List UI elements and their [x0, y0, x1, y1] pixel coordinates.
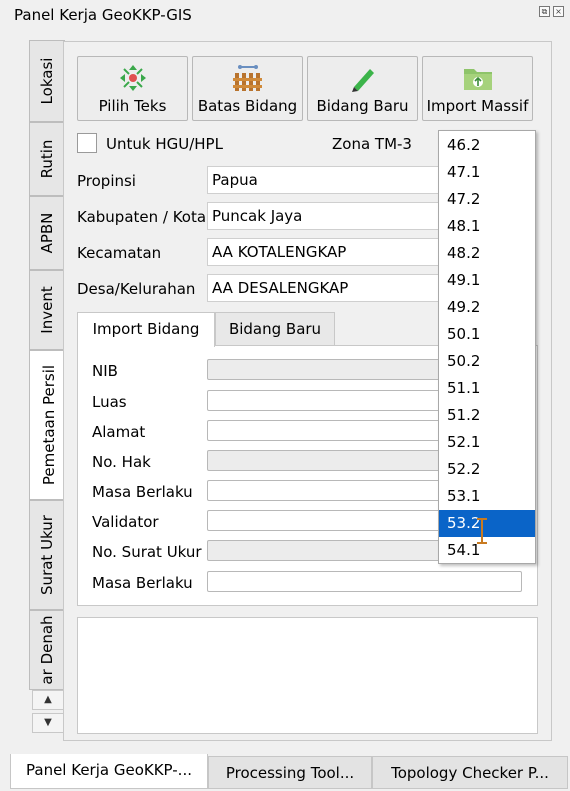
scroll-down-button[interactable]: ▼ [32, 713, 64, 733]
zona-label: Zona TM-3 [332, 135, 412, 153]
text-cursor-icon [477, 518, 487, 544]
zona-dropdown-list[interactable]: 46.2 47.1 47.2 48.1 48.2 49.1 49.2 50.1 … [438, 130, 536, 564]
propinsi-label: Propinsi [77, 172, 136, 190]
zona-option[interactable]: 51.1 [439, 375, 535, 402]
nib-label: NIB [92, 362, 118, 380]
side-tab-apbn[interactable]: APBN [29, 196, 65, 270]
kecamatan-select[interactable]: AA KOTALENGKAP [207, 238, 447, 266]
zona-option[interactable]: 49.1 [439, 267, 535, 294]
side-tab-denah[interactable]: ar Denah [29, 610, 65, 690]
kecamatan-label: Kecamatan [77, 244, 162, 262]
luas-label: Luas [92, 393, 127, 411]
batas-bidang-button[interactable]: Batas Bidang [192, 56, 303, 121]
float-icon[interactable]: ⧉ [539, 6, 550, 17]
bidang-baru-button[interactable]: Bidang Baru [307, 56, 418, 121]
select-arrows-icon [119, 65, 146, 91]
zona-option[interactable]: 47.1 [439, 159, 535, 186]
side-tab-pemetaan-persil[interactable]: Pemetaan Persil [29, 350, 67, 500]
zona-option[interactable]: 52.1 [439, 429, 535, 456]
tab-import-bidang[interactable]: Import Bidang [77, 312, 215, 347]
no-surat-ukur-label: No. Surat Ukur [92, 543, 202, 561]
folder-import-icon [463, 69, 492, 90]
desa-select[interactable]: AA DESALENGKAP [207, 274, 447, 302]
zona-option[interactable]: 51.2 [439, 402, 535, 429]
masa-berlaku-2-label: Masa Berlaku [92, 574, 193, 592]
desa-label: Desa/Kelurahan [77, 280, 196, 298]
dock-tab-processing-toolbox[interactable]: Processing Tool... [208, 756, 372, 789]
dock-tab-topology-checker[interactable]: Topology Checker P... [372, 756, 568, 789]
scroll-up-button[interactable]: ▲ [32, 690, 64, 710]
import-massif-button[interactable]: Import Massif [422, 56, 533, 121]
zona-option[interactable]: 50.1 [439, 321, 535, 348]
hgu-checkbox-label: Untuk HGU/HPL [106, 135, 223, 153]
side-tab-lokasi[interactable]: Lokasi [29, 40, 65, 122]
dock-tab-panel-kerja[interactable]: Panel Kerja GeoKKP-... [10, 754, 208, 789]
hgu-checkbox[interactable] [77, 133, 97, 153]
zona-option[interactable]: 49.2 [439, 294, 535, 321]
side-tab-bar: Lokasi Rutin APBN Invent Pemetaan Persil… [29, 40, 67, 690]
zona-option[interactable]: 47.2 [439, 186, 535, 213]
title-bar: Panel Kerja GeoKKP-GIS ⧉ × [0, 0, 570, 30]
output-area[interactable] [77, 617, 538, 734]
zona-option[interactable]: 52.2 [439, 456, 535, 483]
zona-option[interactable]: 46.2 [439, 132, 535, 159]
window-title: Panel Kerja GeoKKP-GIS [14, 6, 192, 24]
validator-label: Validator [92, 513, 159, 531]
zona-option[interactable]: 48.1 [439, 213, 535, 240]
zona-option[interactable]: 48.2 [439, 240, 535, 267]
side-tab-invent[interactable]: Invent [29, 270, 65, 350]
zona-option[interactable]: 50.2 [439, 348, 535, 375]
kabupaten-label: Kabupaten / Kota [77, 208, 207, 226]
masa-berlaku-label: Masa Berlaku [92, 483, 193, 501]
kabupaten-select[interactable]: Puncak Jaya [207, 202, 447, 230]
fence-icon [232, 65, 262, 91]
side-tab-surat-ukur[interactable]: Surat Ukur [29, 500, 65, 610]
side-tab-rutin[interactable]: Rutin [29, 122, 65, 196]
close-icon[interactable]: × [553, 6, 564, 17]
zona-option[interactable]: 53.1 [439, 483, 535, 510]
masa-berlaku-2-field[interactable] [207, 571, 522, 592]
pencil-icon [351, 69, 374, 92]
dock-tab-bar: Panel Kerja GeoKKP-... Processing Tool..… [0, 754, 570, 791]
alamat-label: Alamat [92, 423, 146, 441]
tab-bidang-baru[interactable]: Bidang Baru [215, 312, 335, 346]
no-hak-label: No. Hak [92, 453, 151, 471]
pilih-teks-button[interactable]: Pilih Teks [77, 56, 188, 121]
propinsi-select[interactable]: Papua [207, 166, 447, 194]
